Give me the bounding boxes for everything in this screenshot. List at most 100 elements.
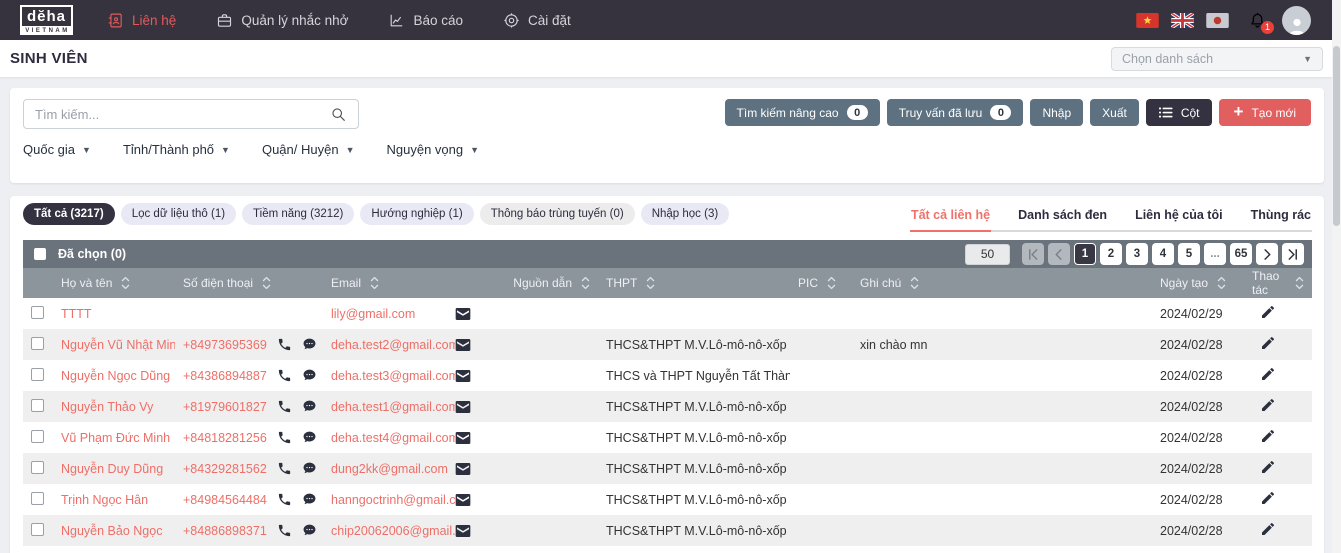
chat-icon[interactable]	[302, 337, 317, 352]
search-icon[interactable]	[330, 106, 347, 123]
select-all-checkbox[interactable]	[34, 248, 46, 260]
student-name-link[interactable]: Trịnh Ngọc Hân	[61, 493, 148, 507]
import-button[interactable]: Nhập	[1030, 99, 1083, 126]
row-checkbox[interactable]	[31, 492, 44, 505]
flag-japan-icon[interactable]	[1206, 13, 1229, 28]
flag-uk-icon[interactable]	[1171, 13, 1194, 28]
sort-icon[interactable]	[581, 276, 590, 290]
student-name-link[interactable]: Nguyễn Bảo Ngọc	[61, 524, 162, 538]
student-name-link[interactable]: Nguyễn Vũ Nhật Minh	[61, 338, 175, 352]
user-avatar[interactable]	[1282, 6, 1311, 35]
menu-item-lien-he[interactable]: Liên hệ	[107, 12, 176, 29]
sort-icon[interactable]	[910, 276, 919, 290]
mail-icon[interactable]	[455, 493, 471, 507]
email-link[interactable]: deha.test4@gmail.com	[331, 431, 455, 445]
phone-icon[interactable]	[277, 368, 292, 383]
row-checkbox[interactable]	[31, 337, 44, 350]
column-header-ngay-tao[interactable]: Ngày tạo	[1152, 268, 1244, 298]
mail-icon[interactable]	[455, 524, 471, 538]
edit-button[interactable]	[1252, 366, 1276, 382]
column-header-so-dien-thoai[interactable]: Số điện thoại	[175, 268, 323, 298]
email-link[interactable]: chip20062006@gmail.c...	[331, 524, 455, 538]
prev-page-button[interactable]	[1048, 243, 1070, 265]
student-name-link[interactable]: TTTT	[61, 307, 92, 321]
filter-tinh-thanh-pho[interactable]: Tỉnh/Thành phố▼	[123, 142, 230, 157]
menu-item-quan-ly-nhac-nho[interactable]: Quản lý nhắc nhở	[216, 12, 348, 29]
chat-icon[interactable]	[302, 430, 317, 445]
column-header-pic[interactable]: PIC	[790, 268, 852, 298]
filter-nguyen-vong[interactable]: Nguyện vọng▼	[387, 142, 480, 157]
column-header-nguon-dan[interactable]: Nguồn dẫn	[488, 268, 598, 298]
tab-tat-ca-lien-he[interactable]: Tất cả liên hệ	[910, 201, 991, 230]
sort-icon[interactable]	[370, 276, 379, 290]
edit-button[interactable]	[1252, 428, 1276, 444]
chat-icon[interactable]	[302, 492, 317, 507]
sort-icon[interactable]	[1295, 276, 1304, 290]
create-button[interactable]: +Tạo mới	[1219, 99, 1311, 126]
mail-icon[interactable]	[455, 400, 471, 414]
page-size-input[interactable]: 50	[965, 244, 1010, 265]
edit-button[interactable]	[1252, 397, 1276, 413]
notifications-button[interactable]: 1	[1248, 11, 1267, 30]
student-name-link[interactable]: Nguyễn Thảo Vy	[61, 400, 153, 414]
column-header-ho-va-ten[interactable]: Họ và tên	[53, 268, 175, 298]
page-button-3[interactable]: 3	[1126, 243, 1148, 265]
mail-icon[interactable]	[455, 369, 471, 383]
search-input[interactable]	[35, 107, 330, 122]
phone-icon[interactable]	[277, 430, 292, 445]
email-link[interactable]: deha.test1@gmail.com	[331, 400, 455, 414]
column-header-ghi-chu[interactable]: Ghi chú	[852, 268, 1152, 298]
phone-icon[interactable]	[277, 523, 292, 538]
scrollbar-thumb[interactable]	[1333, 46, 1340, 226]
vertical-scrollbar[interactable]	[1332, 0, 1341, 553]
first-page-button[interactable]	[1022, 243, 1044, 265]
phone-icon[interactable]	[277, 492, 292, 507]
filter-quan-huyen[interactable]: Quận/ Huyện▼	[262, 142, 355, 157]
segment-tiem-nang[interactable]: Tiềm năng (3212)	[242, 203, 354, 225]
sort-icon[interactable]	[827, 276, 836, 290]
export-button[interactable]: Xuất	[1090, 99, 1139, 126]
tab-lien-he-cua-toi[interactable]: Liên hệ của tôi	[1134, 201, 1224, 230]
page-button-4[interactable]: 4	[1152, 243, 1174, 265]
next-page-button[interactable]	[1256, 243, 1278, 265]
column-header-thpt[interactable]: THPT	[598, 268, 790, 298]
chat-icon[interactable]	[302, 368, 317, 383]
chat-icon[interactable]	[302, 399, 317, 414]
row-checkbox[interactable]	[31, 306, 44, 319]
student-name-link[interactable]: Nguyễn Ngọc Dũng	[61, 369, 170, 383]
row-checkbox[interactable]	[31, 430, 44, 443]
edit-button[interactable]	[1252, 335, 1276, 351]
list-select-dropdown[interactable]: Chọn danh sách ▼	[1111, 47, 1323, 71]
segment-thong-bao-trung-tuyen[interactable]: Thông báo trùng tuyến (0)	[480, 203, 635, 225]
row-checkbox[interactable]	[31, 523, 44, 536]
student-name-link[interactable]: Vũ Phạm Đức Minh	[61, 431, 170, 445]
column-header-email[interactable]: Email	[323, 268, 488, 298]
segment-huong-nghiep[interactable]: Hướng nghiệp (1)	[360, 203, 473, 225]
edit-button[interactable]	[1252, 304, 1276, 320]
menu-item-cai-dat[interactable]: Cài đặt	[503, 12, 571, 29]
segment-loc-du-lieu-tho[interactable]: Lọc dữ liệu thô (1)	[121, 203, 236, 225]
edit-button[interactable]	[1252, 490, 1276, 506]
columns-button[interactable]: Cột	[1146, 99, 1212, 126]
mail-icon[interactable]	[455, 462, 471, 476]
phone-icon[interactable]	[277, 461, 292, 476]
segment-nhap-hoc[interactable]: Nhập học (3)	[641, 203, 729, 225]
chat-icon[interactable]	[302, 523, 317, 538]
edit-button[interactable]	[1252, 521, 1276, 537]
page-button-1[interactable]: 1	[1074, 243, 1096, 265]
student-name-link[interactable]: Nguyễn Duy Dũng	[61, 462, 163, 476]
column-header-thao-tac[interactable]: Thao tác	[1244, 268, 1312, 298]
advanced-search-button[interactable]: Tìm kiếm nâng cao0	[725, 99, 880, 126]
page-ellipsis[interactable]: ...	[1204, 243, 1226, 265]
page-button-2[interactable]: 2	[1100, 243, 1122, 265]
email-link[interactable]: dung2kk@gmail.com	[331, 462, 448, 476]
row-checkbox[interactable]	[31, 368, 44, 381]
email-link[interactable]: hanngoctrinh@gmail.co...	[331, 493, 455, 507]
phone-icon[interactable]	[277, 399, 292, 414]
page-button-65[interactable]: 65	[1230, 243, 1252, 265]
sort-icon[interactable]	[121, 276, 130, 290]
tab-danh-sach-den[interactable]: Danh sách đen	[1017, 201, 1108, 230]
phone-icon[interactable]	[277, 337, 292, 352]
email-link[interactable]: deha.test2@gmail.com	[331, 338, 455, 352]
mail-icon[interactable]	[455, 338, 471, 352]
